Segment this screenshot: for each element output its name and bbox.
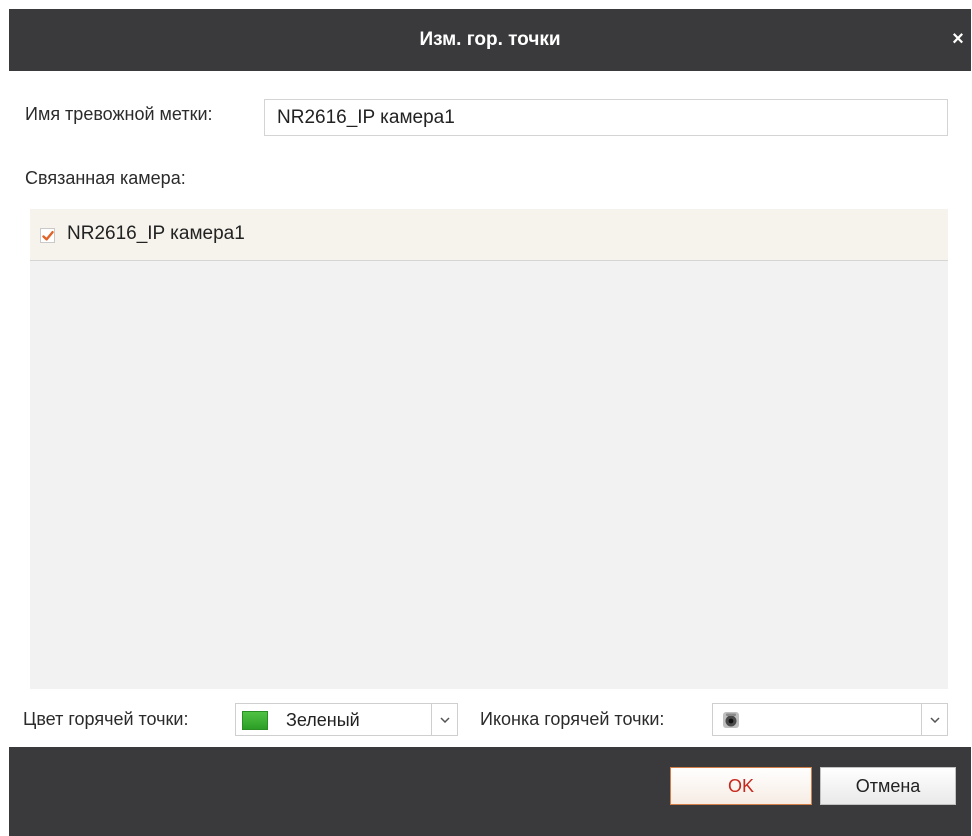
hotspot-icon-label: Иконка горячей точки: bbox=[480, 709, 665, 729]
edit-hotspot-dialog: Изм. гор. точки × Имя тревожной метки: С… bbox=[9, 9, 971, 836]
cancel-button[interactable]: Отмена bbox=[820, 767, 956, 805]
linked-camera-label: Связанная камера: bbox=[25, 168, 186, 188]
hotspot-color-select[interactable]: Зеленый bbox=[235, 703, 458, 736]
checkmark-icon bbox=[42, 231, 54, 241]
chevron-down-icon[interactable] bbox=[921, 704, 947, 735]
title-bar: Изм. гор. точки × bbox=[9, 9, 971, 71]
hotspot-color-label: Цвет горячей точки: bbox=[23, 709, 189, 729]
hotspot-icon-select[interactable] bbox=[712, 703, 948, 736]
alarm-label-name-label: Имя тревожной метки: bbox=[25, 104, 213, 124]
ok-button[interactable]: OK bbox=[670, 767, 812, 805]
linked-camera-list: NR2616_IP камера1 bbox=[30, 209, 948, 689]
camera-icon bbox=[721, 710, 741, 730]
camera-name: NR2616_IP камера1 bbox=[67, 223, 245, 244]
dialog-title: Изм. гор. точки bbox=[419, 29, 561, 50]
camera-checkbox[interactable] bbox=[40, 228, 55, 243]
chevron-down-icon[interactable] bbox=[431, 704, 457, 735]
alarm-label-name-input[interactable] bbox=[264, 99, 948, 136]
close-icon[interactable]: × bbox=[949, 29, 967, 49]
camera-row[interactable]: NR2616_IP камера1 bbox=[30, 209, 948, 261]
hotspot-color-value: Зеленый bbox=[286, 710, 360, 730]
color-swatch bbox=[242, 711, 268, 730]
